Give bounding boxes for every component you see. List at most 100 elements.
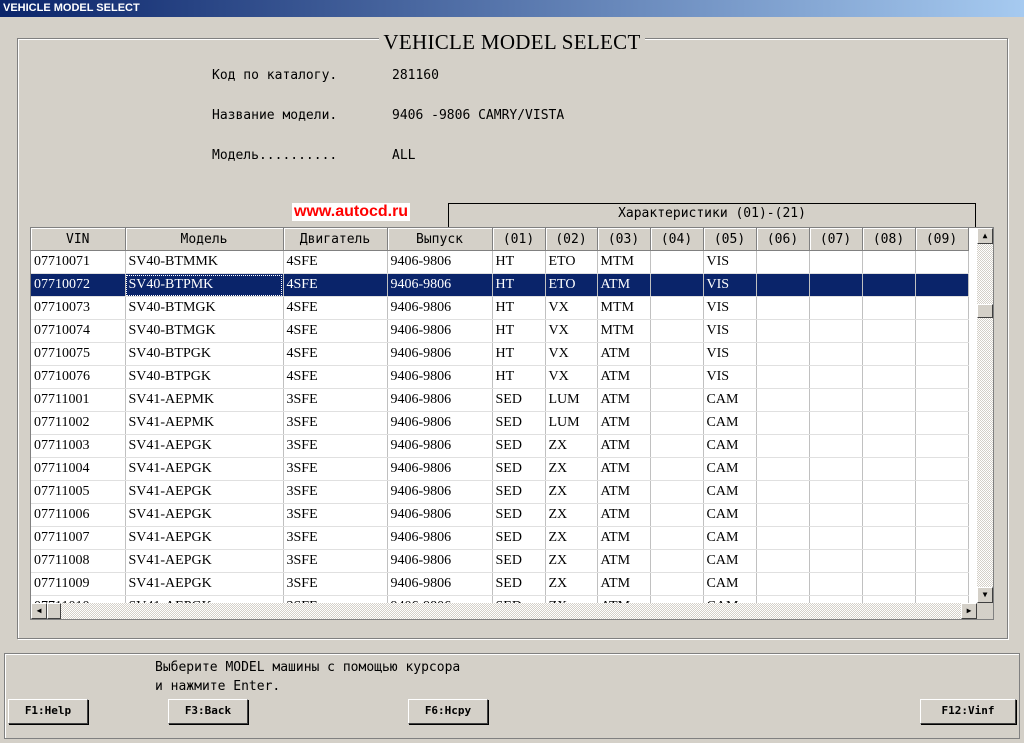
table-cell: [809, 526, 863, 550]
prompt-line-2: и нажмите Enter.: [155, 679, 281, 694]
table-cell: CAM: [703, 457, 757, 481]
scroll-up-arrow-icon[interactable]: ▲: [977, 228, 993, 244]
table-cell: 4SFE: [283, 342, 388, 366]
table-cell: 07711009: [31, 572, 126, 596]
table-cell: CAM: [703, 503, 757, 527]
vertical-scroll-thumb[interactable]: [977, 304, 993, 318]
table-cell: 3SFE: [283, 503, 388, 527]
table-row[interactable]: 07710073 SV40-BTMGK 4SFE 9406-9806 HT VX MTM VI…: [31, 296, 969, 320]
table-cell: SV41-AEPGK: [125, 480, 284, 504]
table-cell: [809, 503, 863, 527]
back-button[interactable]: F3:Back: [168, 699, 248, 724]
table-cell: [650, 549, 704, 573]
table-row[interactable]: 07710072 SV40-BTPMK 4SFE 9406-9806 HT ETO ATM V…: [31, 273, 969, 297]
table-cell: [862, 296, 916, 320]
column-header[interactable]: Выпуск: [387, 228, 493, 251]
table-cell: ATM: [597, 480, 651, 504]
table-cell: [650, 457, 704, 481]
table-row[interactable]: 07710071 SV40-BTMMK 4SFE 9406-9806 HT ETO MTM V…: [31, 250, 969, 274]
table-cell: [650, 411, 704, 435]
table-cell: ATM: [597, 342, 651, 366]
model-name-row: Название модели. 9406 -9806 CAMRY/VISTA: [212, 108, 564, 123]
table-cell: [862, 273, 916, 297]
table-cell: [756, 411, 810, 435]
scroll-left-arrow-icon[interactable]: ◀: [31, 603, 47, 619]
table-cell: SV41-AEPMK: [125, 411, 284, 435]
table-cell: [756, 457, 810, 481]
help-button[interactable]: F1:Help: [8, 699, 88, 724]
scrollbar-corner: [977, 603, 993, 619]
table-cell: 9406-9806: [387, 411, 493, 435]
table-row[interactable]: 07711002 SV41-AEPMK 3SFE 9406-9806 SED LUM ATM…: [31, 411, 969, 435]
table-cell: 4SFE: [283, 250, 388, 274]
column-header[interactable]: (09): [915, 228, 969, 251]
table-cell: SED: [492, 526, 546, 550]
column-header[interactable]: (04): [650, 228, 704, 251]
column-header[interactable]: VIN: [31, 228, 126, 251]
table-cell: 9406-9806: [387, 388, 493, 412]
column-header[interactable]: (06): [756, 228, 810, 251]
column-header[interactable]: Модель: [125, 228, 284, 251]
table-cell: HT: [492, 342, 546, 366]
table-row[interactable]: 07711004 SV41-AEPGK 3SFE 9406-9806 SED ZX ATM C…: [31, 457, 969, 481]
horizontal-scroll-thumb[interactable]: [47, 603, 61, 619]
table-cell: SV40-BTPMK: [125, 273, 284, 297]
catalog-code-label: Код по каталогу.: [212, 68, 338, 83]
column-header[interactable]: (05): [703, 228, 757, 251]
table-cell: 07710075: [31, 342, 126, 366]
search-button[interactable]: F6:Нсру: [408, 699, 488, 724]
table-cell: ATM: [597, 549, 651, 573]
table-cell: 07711003: [31, 434, 126, 458]
table-cell: [862, 319, 916, 343]
table-row[interactable]: 07710075 SV40-BTPGK 4SFE 9406-9806 HT VX ATM VI…: [31, 342, 969, 366]
table-cell: [650, 388, 704, 412]
table-cell: CAM: [703, 526, 757, 550]
table-cell: 9406-9806: [387, 457, 493, 481]
table-cell: [915, 411, 969, 435]
table-cell: [756, 342, 810, 366]
table-cell: CAM: [703, 411, 757, 435]
table-row[interactable]: 07711008 SV41-AEPGK 3SFE 9406-9806 SED ZX ATM C…: [31, 549, 969, 573]
table-row[interactable]: 07711009 SV41-AEPGK 3SFE 9406-9806 SED ZX ATM C…: [31, 572, 969, 596]
table-row[interactable]: 07711006 SV41-AEPGK 3SFE 9406-9806 SED ZX ATM C…: [31, 503, 969, 527]
scroll-right-arrow-icon[interactable]: ▶: [961, 603, 977, 619]
table-cell: ZX: [545, 434, 598, 458]
table-row[interactable]: 07711003 SV41-AEPGK 3SFE 9406-9806 SED ZX ATM C…: [31, 434, 969, 458]
catalog-code-value: 281160: [392, 68, 439, 83]
column-header[interactable]: (08): [862, 228, 916, 251]
table-cell: 07711007: [31, 526, 126, 550]
table-cell: SED: [492, 457, 546, 481]
table-cell: ATM: [597, 572, 651, 596]
model-grid[interactable]: VIN Модель Двигатель Выпуск (01) (02) (03) (04)…: [30, 227, 994, 620]
column-header[interactable]: (02): [545, 228, 598, 251]
column-header[interactable]: (07): [809, 228, 863, 251]
window-title-bar: VEHICLE MODEL SELECT: [0, 0, 1024, 17]
table-cell: ATM: [597, 503, 651, 527]
vertical-scrollbar[interactable]: ▲ ▼: [977, 228, 993, 603]
horizontal-scrollbar[interactable]: ◀ ▶: [31, 603, 977, 619]
table-row[interactable]: 07711007 SV41-AEPGK 3SFE 9406-9806 SED ZX ATM C…: [31, 526, 969, 550]
scroll-down-arrow-icon[interactable]: ▼: [977, 587, 993, 603]
table-cell: [650, 526, 704, 550]
model-table: VIN Модель Двигатель Выпуск (01) (02) (03) (04)…: [31, 228, 969, 619]
table-cell: SV41-AEPGK: [125, 572, 284, 596]
table-cell: VIS: [703, 273, 757, 297]
table-cell: SED: [492, 411, 546, 435]
table-row[interactable]: 07711001 SV41-AEPMK 3SFE 9406-9806 SED LUM ATM…: [31, 388, 969, 412]
column-header[interactable]: (03): [597, 228, 651, 251]
vinf-button[interactable]: F12:Vinf: [920, 699, 1016, 724]
table-cell: ATM: [597, 411, 651, 435]
table-cell: 3SFE: [283, 388, 388, 412]
table-row[interactable]: 07711005 SV41-AEPGK 3SFE 9406-9806 SED ZX ATM C…: [31, 480, 969, 504]
table-cell: 07711005: [31, 480, 126, 504]
table-cell: [809, 388, 863, 412]
table-cell: 3SFE: [283, 549, 388, 573]
table-row[interactable]: 07710074 SV40-BTMGK 4SFE 9406-9806 HT VX MTM VI…: [31, 319, 969, 343]
table-cell: [862, 503, 916, 527]
table-cell: CAM: [703, 572, 757, 596]
column-header[interactable]: (01): [492, 228, 546, 251]
table-row[interactable]: 07710076 SV40-BTPGK 4SFE 9406-9806 HT VX ATM VI…: [31, 365, 969, 389]
table-cell: [650, 365, 704, 389]
table-cell: ZX: [545, 572, 598, 596]
column-header[interactable]: Двигатель: [283, 228, 388, 251]
